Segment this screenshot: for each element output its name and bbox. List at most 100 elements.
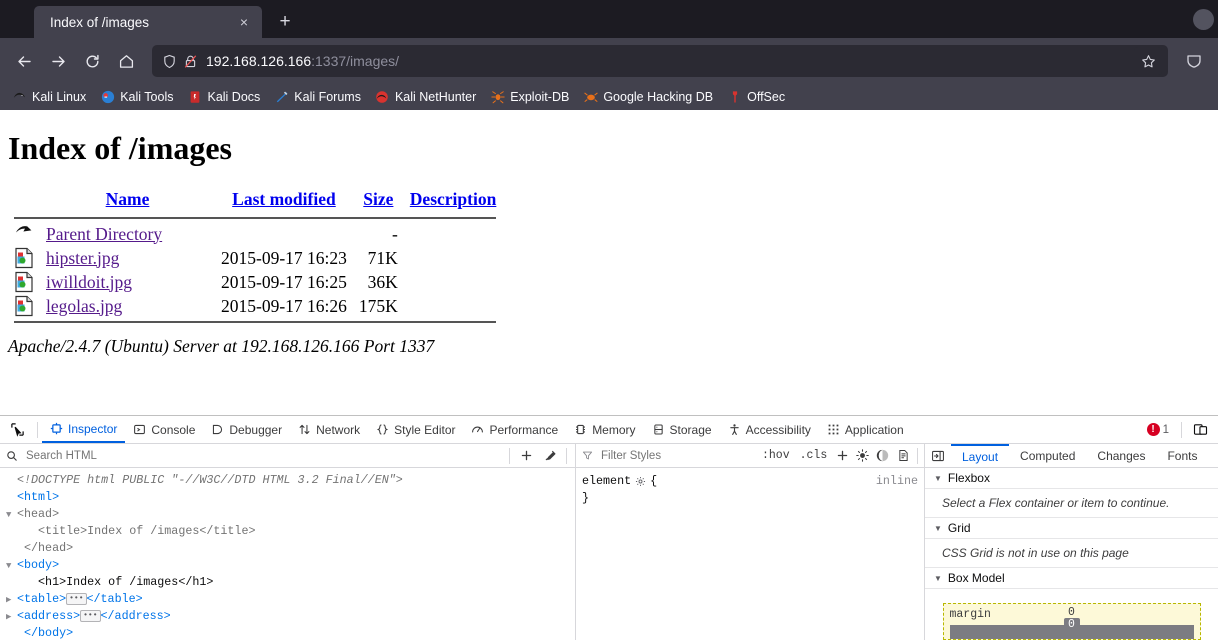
tab-debugger[interactable]: Debugger — [203, 416, 290, 443]
eyedropper-icon[interactable] — [538, 445, 562, 467]
tree-line[interactable]: ▶ <table> ••• </table> — [6, 591, 575, 608]
column-header-modified[interactable]: Last modified — [215, 189, 353, 214]
back-icon[interactable] — [8, 45, 40, 77]
parent-directory-link[interactable]: Parent Directory — [46, 224, 162, 244]
file-link[interactable]: hipster.jpg — [46, 248, 119, 268]
markup-tree[interactable]: <!DOCTYPE html PUBLIC "-//W3C//DTD HTML … — [0, 468, 575, 640]
file-link[interactable]: iwilldoit.jpg — [46, 272, 132, 292]
home-icon[interactable] — [110, 45, 142, 77]
bookmark-offsec[interactable]: OffSec — [721, 88, 791, 107]
close-icon[interactable]: × — [234, 12, 254, 32]
bookmark-star-icon[interactable] — [1134, 47, 1162, 75]
add-node-icon[interactable] — [514, 445, 538, 467]
dark-scheme-icon[interactable] — [873, 445, 893, 467]
tab-style-editor[interactable]: Style Editor — [368, 416, 463, 443]
column-header-size[interactable]: Size — [353, 189, 404, 214]
tree-line[interactable]: <!DOCTYPE html PUBLIC "-//W3C//DTD HTML … — [6, 472, 575, 489]
tab-fonts[interactable]: Fonts — [1156, 444, 1208, 467]
shield-icon[interactable] — [162, 54, 177, 69]
gear-icon[interactable] — [635, 476, 646, 487]
reload-icon[interactable] — [76, 45, 108, 77]
box-model-margin[interactable]: margin 0 0 — [942, 603, 1201, 640]
section-box-model-header[interactable]: ▼ Box Model — [925, 568, 1218, 589]
url-text[interactable]: 192.168.126.166:1337/images/ — [204, 53, 1128, 69]
bookmark-exploit-db[interactable]: Exploit-DB — [484, 88, 575, 107]
light-scheme-icon[interactable] — [852, 445, 872, 467]
search-input[interactable] — [24, 448, 505, 463]
expand-ellipsis-button[interactable]: ••• — [80, 610, 101, 622]
error-badge[interactable]: ! 1 — [1141, 423, 1175, 436]
tab-performance[interactable]: Performance — [463, 416, 566, 443]
tab-layout[interactable]: Layout — [951, 444, 1010, 467]
bookmark-kali-docs[interactable]: Kali Docs — [181, 88, 266, 107]
twisty-open-icon[interactable]: ▼ — [6, 558, 17, 574]
table-row[interactable]: iwilldoit.jpg 2015-09-17 16:25 36K — [8, 270, 502, 294]
forward-icon[interactable] — [42, 45, 74, 77]
table-row[interactable]: Parent Directory - — [8, 222, 502, 246]
insecure-lock-icon[interactable] — [183, 54, 198, 69]
tree-line[interactable]: ▼ <body> — [6, 557, 575, 574]
tab-network[interactable]: Network — [290, 416, 368, 443]
file-name-cell[interactable]: hipster.jpg — [40, 246, 215, 270]
expand-ellipsis-button[interactable]: ••• — [66, 593, 87, 605]
window-controls-indicator[interactable] — [1193, 9, 1214, 30]
url-bar[interactable]: 192.168.126.166:1337/images/ — [152, 45, 1168, 77]
responsive-design-mode-icon[interactable] — [1188, 419, 1212, 441]
print-media-icon[interactable] — [893, 445, 913, 467]
file-name-cell[interactable]: Parent Directory — [40, 222, 215, 246]
error-count: 1 — [1162, 423, 1169, 436]
sort-description-link[interactable]: Description — [410, 189, 497, 209]
tab-changes[interactable]: Changes — [1086, 444, 1156, 467]
tree-line[interactable]: ▼ <head> — [6, 506, 575, 523]
tab-application[interactable]: Application — [819, 416, 912, 443]
section-flexbox-header[interactable]: ▼ Flexbox — [925, 468, 1218, 489]
new-tab-button[interactable]: + — [270, 7, 300, 37]
extensions-icon[interactable] — [1178, 45, 1210, 77]
rule-source[interactable]: inline — [876, 473, 918, 490]
box-model-border[interactable]: 0 — [949, 618, 1194, 639]
bookmark-google-hacking-db[interactable]: Google Hacking DB — [577, 88, 719, 107]
expand-pane-icon[interactable] — [925, 444, 951, 467]
tree-line[interactable]: <title>Index of /images</title> — [6, 523, 575, 540]
tree-line[interactable]: ▶ <address> ••• </address> — [6, 608, 575, 625]
sort-size-link[interactable]: Size — [363, 189, 393, 209]
file-name-cell[interactable]: legolas.jpg — [40, 294, 215, 318]
tree-line[interactable]: </head> — [6, 540, 575, 557]
tree-line[interactable]: <h1>Index of /images</h1> — [6, 574, 575, 591]
sort-modified-link[interactable]: Last modified — [232, 189, 336, 209]
section-grid-header[interactable]: ▼ Grid — [925, 518, 1218, 539]
table-row[interactable]: hipster.jpg 2015-09-17 16:23 71K — [8, 246, 502, 270]
tab-storage[interactable]: Storage — [644, 416, 720, 443]
tab-console[interactable]: Console — [125, 416, 203, 443]
filter-styles-input[interactable] — [599, 448, 757, 463]
performance-icon — [472, 426, 484, 433]
column-header-name[interactable]: Name — [40, 189, 215, 214]
tab-accessibility[interactable]: Accessibility — [720, 416, 819, 443]
twisty-closed-icon[interactable]: ▶ — [6, 592, 17, 608]
bookmark-kali-linux[interactable]: Kali Linux — [6, 88, 92, 107]
rule-selector[interactable]: element — [582, 473, 631, 490]
cls-button[interactable]: .cls — [795, 449, 833, 462]
twisty-open-icon[interactable]: ▼ — [6, 507, 17, 523]
sort-name-link[interactable]: Name — [106, 189, 150, 209]
tree-line[interactable]: </body> — [6, 625, 575, 640]
browser-tab[interactable]: Index of /images × — [34, 6, 262, 38]
bookmark-kali-tools[interactable]: Kali Tools — [94, 88, 179, 107]
file-link[interactable]: legolas.jpg — [46, 296, 122, 316]
hov-button[interactable]: :hov — [757, 449, 795, 462]
bookmark-kali-forums[interactable]: Kali Forums — [268, 88, 367, 107]
tab-memory[interactable]: Memory — [566, 416, 643, 443]
tab-inspector[interactable]: Inspector — [42, 416, 126, 443]
tab-computed[interactable]: Computed — [1009, 444, 1086, 467]
twisty-closed-icon[interactable]: ▶ — [6, 609, 17, 625]
border-top-value[interactable]: 0 — [1063, 618, 1080, 631]
rules-view[interactable]: element { inline } — [576, 468, 924, 640]
file-name-cell[interactable]: iwilldoit.jpg — [40, 270, 215, 294]
column-header-description[interactable]: Description — [404, 189, 503, 214]
tree-line[interactable]: <html> — [6, 489, 575, 506]
bookmark-kali-nethunter[interactable]: Kali NetHunter — [369, 88, 482, 107]
box-model-diagram[interactable]: margin 0 0 — [925, 589, 1218, 640]
add-rule-icon[interactable] — [832, 445, 852, 467]
element-picker-icon[interactable] — [4, 418, 30, 442]
table-row[interactable]: legolas.jpg 2015-09-17 16:26 175K — [8, 294, 502, 318]
